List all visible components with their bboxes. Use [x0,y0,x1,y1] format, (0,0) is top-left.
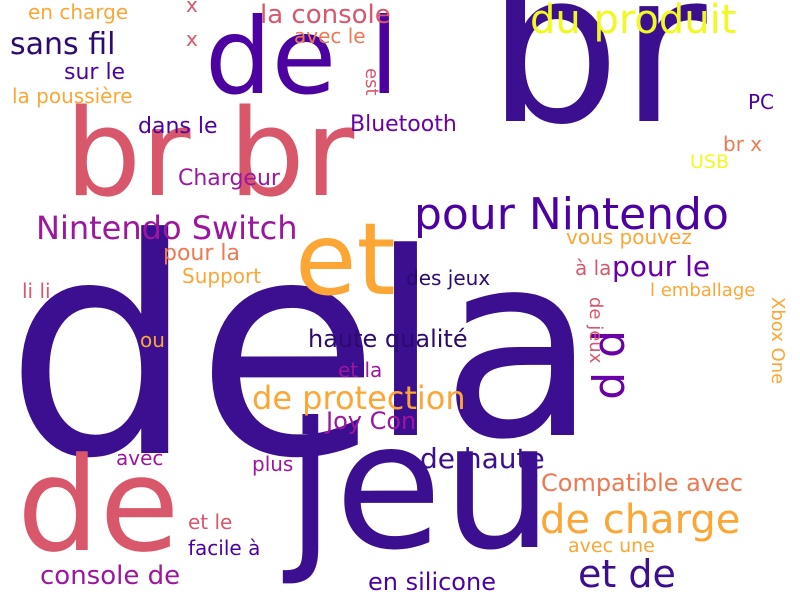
word-cloud: de la br jeu de br br de l et pour Nintendo du pr… [0,0,800,600]
cloud-word: des jeux [406,266,491,290]
cloud-word: Joy Con [326,407,417,435]
cloud-word: sur le [64,60,126,85]
cloud-word: avec une [568,535,655,557]
cloud-word: Support [182,264,262,288]
cloud-word: dans le [138,114,218,139]
cloud-word: console de [40,561,181,591]
cloud-word: du produit [530,0,737,43]
cloud-word: et [295,201,396,318]
cloud-word: Compatible avec [541,469,744,497]
cloud-word: ou [140,328,165,352]
cloud-word: haute qualité [308,325,468,353]
cloud-word: USB [690,151,730,173]
cloud-word: de charge [540,497,741,543]
cloud-word: de jeux [585,297,606,364]
cloud-word: de haute [420,442,545,475]
cloud-word: Nintendo Switch [36,209,298,247]
cloud-word: x [186,0,198,17]
cloud-word: Chargeur [178,166,280,191]
cloud-word: plus [252,452,294,476]
cloud-word: en silicone [368,568,496,596]
cloud-word: pour le [612,250,711,283]
cloud-word: et le [188,510,233,534]
cloud-word: l emballage [650,280,756,301]
cloud-word: facile à [188,536,261,560]
cloud-word: x [186,27,198,51]
cloud-word: avec [116,446,164,470]
cloud-word: à la [575,256,612,280]
cloud-word: avec le [294,24,366,48]
cloud-word: et de [578,552,676,596]
cloud-word: sans fil [10,27,116,62]
cloud-word: en charge [28,0,129,24]
cloud-word: et la [338,358,383,382]
cloud-word: PC [748,90,775,114]
cloud-word: li li [22,279,51,303]
cloud-word: la poussière [12,84,133,108]
cloud-word: pour la [163,241,240,266]
cloud-word: est [361,68,382,96]
cloud-word: vous pouvez [566,225,692,249]
cloud-word: Xbox One [767,297,788,385]
cloud-word: Bluetooth [350,112,457,137]
